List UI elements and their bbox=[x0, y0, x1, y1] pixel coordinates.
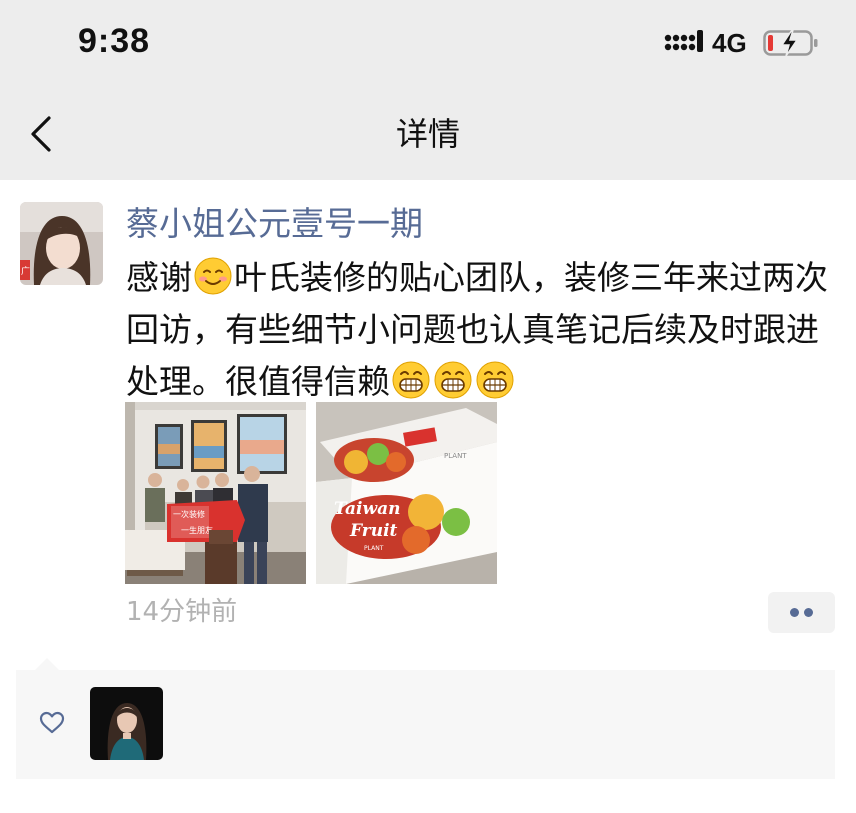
more-button[interactable] bbox=[768, 592, 835, 633]
heart-icon bbox=[39, 711, 65, 734]
post-photo-group[interactable]: 一次装修 一生朋友 bbox=[125, 402, 306, 584]
post-text: 感谢 叶氏装修的贴心团队，装修三年来过两次回访，有些细节小问题也认真笔记后续及时跟… bbox=[126, 252, 832, 408]
post-text-part1: 感谢 bbox=[126, 258, 192, 297]
photo-banner-line2: 一生朋友 bbox=[181, 525, 213, 535]
author-name[interactable]: 蔡小姐公元壹号一期 bbox=[126, 200, 423, 248]
smiling-face-emoji bbox=[194, 257, 232, 295]
grinning-face-emoji bbox=[434, 361, 472, 399]
post-photo-fruit-box[interactable]: Taiwan Fruit PLANT PLANT bbox=[316, 402, 497, 584]
author-avatar[interactable]: 广 bbox=[20, 202, 103, 285]
svg-text:广: 广 bbox=[21, 265, 30, 277]
page-title: 详情 bbox=[395, 115, 460, 153]
more-dots-icon bbox=[804, 608, 813, 617]
signal-icon bbox=[664, 30, 703, 52]
network-label: 4G bbox=[712, 28, 747, 58]
photo-box-brand-top: PLANT bbox=[444, 452, 467, 460]
grinning-face-emoji bbox=[392, 361, 430, 399]
photo-box-label-line2: Fruit bbox=[349, 521, 398, 541]
status-time: 9:38 bbox=[78, 22, 151, 60]
grinning-face-emoji bbox=[476, 361, 514, 399]
photo-box-label-line1: Taiwan bbox=[334, 499, 401, 519]
photo-banner-line1: 一次装修 bbox=[173, 509, 205, 519]
more-dots-icon bbox=[790, 608, 799, 617]
liker-avatar[interactable] bbox=[90, 687, 163, 760]
battery-charging-icon bbox=[763, 29, 818, 57]
post-timestamp: 14分钟前 bbox=[126, 597, 238, 627]
photo-box-brand-front: PLANT bbox=[364, 545, 384, 552]
